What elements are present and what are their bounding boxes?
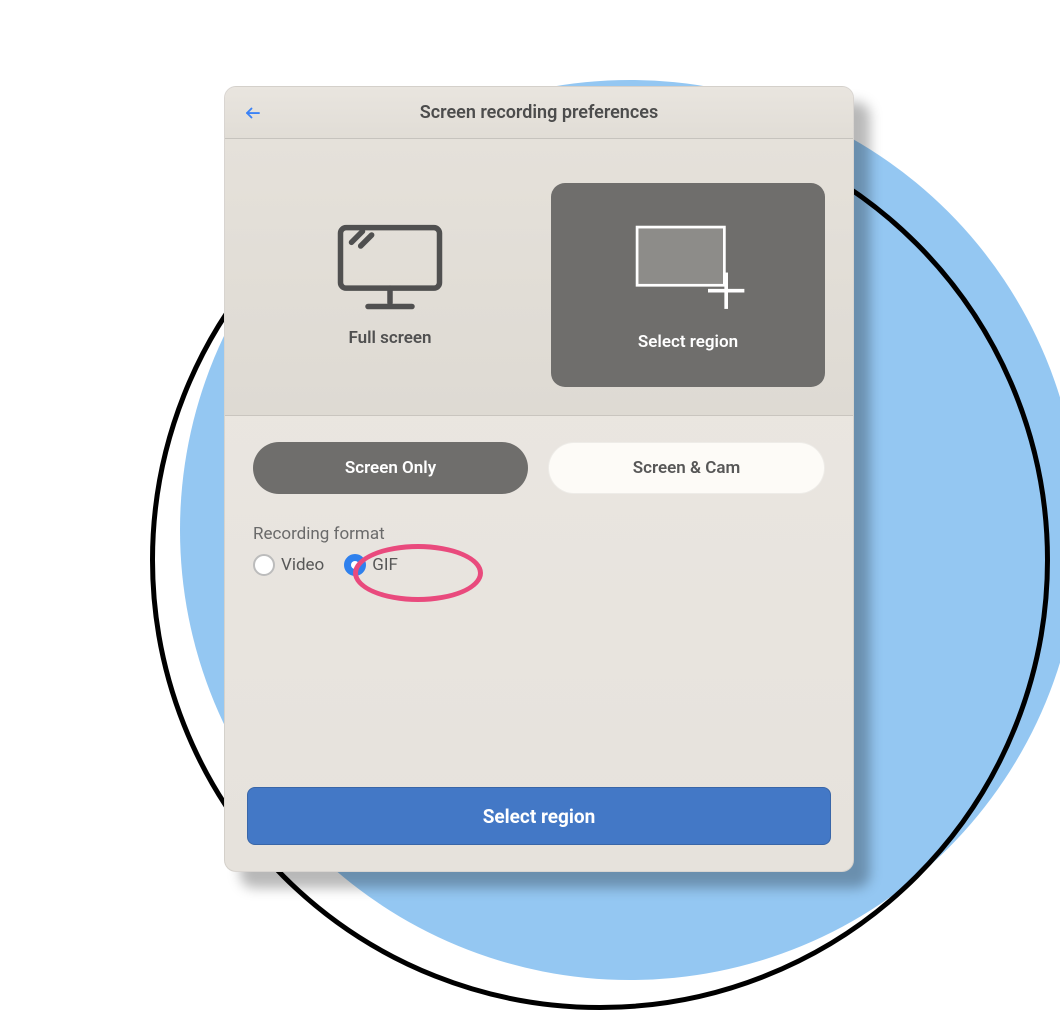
- spacer: [225, 576, 853, 767]
- format-gif-label: GIF: [372, 555, 398, 575]
- capture-mode-section: Full screen Select region: [225, 139, 853, 416]
- format-gif-radio[interactable]: GIF: [344, 554, 398, 576]
- select-region-button[interactable]: Select region: [247, 787, 831, 845]
- titlebar: Screen recording preferences: [225, 87, 853, 139]
- recording-format-label: Recording format: [253, 524, 825, 544]
- arrow-left-icon: [244, 104, 262, 122]
- format-video-radio[interactable]: Video: [253, 554, 324, 576]
- footer: Select region: [225, 767, 853, 871]
- radio-checked-icon: [344, 554, 366, 576]
- format-video-label: Video: [281, 555, 324, 575]
- input-source-section: Screen Only Screen & Cam: [225, 416, 853, 494]
- recording-format-options: Video GIF: [253, 554, 825, 576]
- screen-and-cam-button[interactable]: Screen & Cam: [548, 442, 825, 494]
- mode-select-region-label: Select region: [638, 332, 738, 352]
- back-button[interactable]: [239, 99, 267, 127]
- recording-format-section: Recording format Video GIF: [225, 494, 853, 576]
- screen-only-button[interactable]: Screen Only: [253, 442, 528, 494]
- window-title: Screen recording preferences: [420, 102, 658, 123]
- mode-fullscreen-card[interactable]: Full screen: [253, 183, 527, 387]
- mode-fullscreen-label: Full screen: [348, 328, 431, 348]
- region-select-icon: [623, 218, 753, 318]
- preferences-window: Screen recording preferences Full screen…: [224, 86, 854, 872]
- mode-select-region-card[interactable]: Select region: [551, 183, 825, 387]
- radio-icon: [253, 554, 275, 576]
- monitor-icon: [335, 222, 445, 314]
